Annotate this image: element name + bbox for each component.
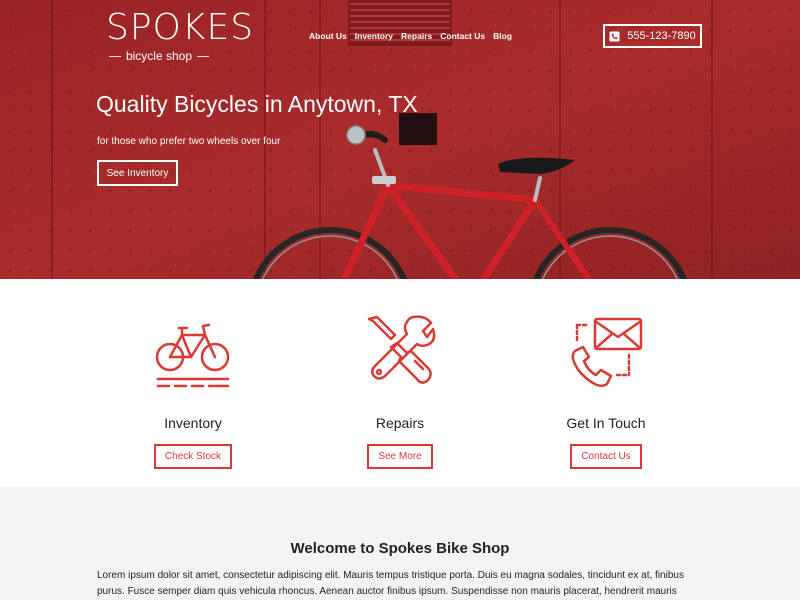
feature-contact-icon-wrap: [506, 307, 706, 389]
feature-inventory: Inventory Check Stock: [93, 307, 293, 469]
logo-rule-left: [108, 55, 121, 57]
logo[interactable]: SPOKES bicycle shop: [106, 7, 255, 64]
nav-blog[interactable]: Blog: [493, 31, 512, 41]
feature-inventory-icon-wrap: [93, 307, 293, 389]
tools-icon: [367, 315, 436, 384]
features-section: Inventory Check Stock Repairs See More G…: [0, 279, 800, 487]
see-more-button[interactable]: See More: [367, 444, 433, 469]
logo-subtitle-row: bicycle shop: [106, 49, 212, 63]
bicycle-icon: [155, 323, 230, 388]
logo-rule-right: [197, 55, 210, 57]
see-inventory-button[interactable]: See Inventory: [97, 160, 178, 186]
nav-contact-us[interactable]: Contact Us: [440, 31, 485, 41]
logo-subtitle: bicycle shop: [125, 49, 193, 63]
hero-subtitle: for those who prefer two wheels over fou…: [97, 136, 281, 147]
phone-button[interactable]: 555-123-7890: [603, 24, 702, 48]
phone-mail-icon: [571, 317, 643, 387]
contact-us-button[interactable]: Contact Us: [570, 444, 642, 469]
feature-repairs-title: Repairs: [375, 415, 425, 431]
feature-repairs: Repairs See More: [300, 307, 500, 469]
nav-repairs[interactable]: Repairs: [401, 31, 432, 41]
feature-contact: Get In Touch Contact Us: [506, 307, 706, 469]
nav-inventory[interactable]: Inventory: [355, 31, 393, 41]
welcome-title: Welcome to Spokes Bike Shop: [290, 540, 510, 557]
logo-wordmark: SPOKES: [106, 7, 255, 48]
hero-section: SPOKES bicycle shop About Us Inventory R…: [0, 0, 800, 279]
hero-title: Quality Bicycles in Anytown, TX: [96, 91, 418, 117]
main-nav: About Us Inventory Repairs Contact Us Bl…: [309, 31, 512, 41]
welcome-text: Lorem ipsum dolor sit amet, consectetur …: [97, 570, 684, 597]
welcome-section: Welcome to Spokes Bike Shop Lorem ipsum …: [0, 487, 800, 600]
check-stock-button[interactable]: Check Stock: [153, 444, 233, 469]
feature-inventory-title: Inventory: [164, 415, 222, 431]
feature-repairs-icon-wrap: [300, 307, 500, 389]
phone-number: 555-123-7890: [627, 30, 696, 42]
nav-about-us[interactable]: About Us: [309, 31, 347, 41]
feature-contact-title: Get In Touch: [566, 415, 646, 431]
phone-icon: [609, 30, 620, 42]
